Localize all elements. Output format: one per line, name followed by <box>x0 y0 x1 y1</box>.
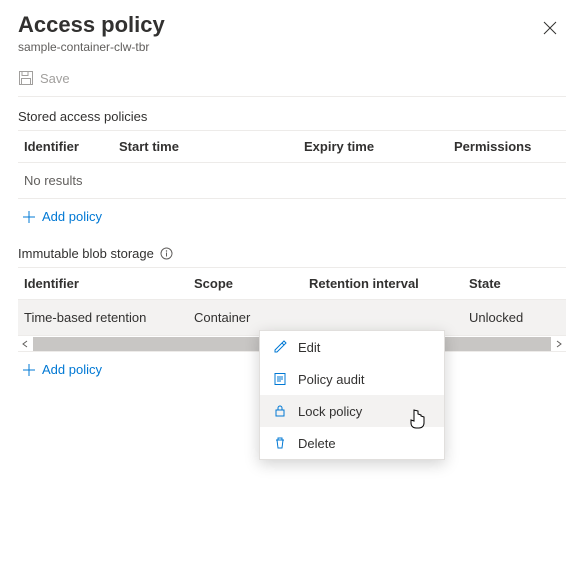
context-menu: Edit Policy audit Lock policy Delete <box>259 330 445 460</box>
container-name: sample-container-clw-tbr <box>18 40 165 54</box>
immutable-heading: Immutable blob storage <box>18 246 154 261</box>
stored-access-header: Identifier Start time Expiry time Permis… <box>18 130 566 163</box>
add-stored-policy-label: Add policy <box>42 209 102 224</box>
plus-icon <box>22 210 36 224</box>
info-icon[interactable] <box>160 247 173 260</box>
col-ibs-identifier: Identifier <box>24 276 194 291</box>
no-results-label: No results <box>24 173 83 188</box>
immutable-header: Identifier Scope Retention interval Stat… <box>18 267 566 300</box>
lock-icon <box>272 403 288 419</box>
plus-icon <box>22 363 36 377</box>
col-identifier: Identifier <box>24 139 119 154</box>
menu-lock-policy[interactable]: Lock policy <box>260 395 444 427</box>
col-ibs-state: State <box>469 276 560 291</box>
delete-icon <box>272 435 288 451</box>
page-title: Access policy <box>18 12 165 38</box>
cell-retention <box>309 310 469 325</box>
col-ibs-scope: Scope <box>194 276 309 291</box>
menu-policy-audit[interactable]: Policy audit <box>260 363 444 395</box>
save-icon <box>18 70 34 86</box>
cell-state: Unlocked <box>469 310 560 325</box>
policy-audit-icon <box>272 371 288 387</box>
menu-delete[interactable]: Delete <box>260 427 444 459</box>
menu-edit[interactable]: Edit <box>260 331 444 363</box>
col-expiry-time: Expiry time <box>304 139 454 154</box>
menu-edit-label: Edit <box>298 340 320 355</box>
col-start-time: Start time <box>119 139 304 154</box>
save-button[interactable]: Save <box>40 71 70 86</box>
cell-scope: Container <box>194 310 309 325</box>
add-immutable-policy-label: Add policy <box>42 362 102 377</box>
menu-lock-policy-label: Lock policy <box>298 404 362 419</box>
menu-policy-audit-label: Policy audit <box>298 372 364 387</box>
col-ibs-retention: Retention interval <box>309 276 469 291</box>
scroll-right-icon[interactable] <box>552 340 566 348</box>
toolbar: Save <box>18 64 566 97</box>
close-icon <box>543 21 557 35</box>
cell-identifier: Time-based retention <box>24 310 194 325</box>
stored-access-heading: Stored access policies <box>18 109 566 124</box>
edit-icon <box>272 339 288 355</box>
col-permissions: Permissions <box>454 139 560 154</box>
scroll-left-icon[interactable] <box>18 340 32 348</box>
add-stored-policy-button[interactable]: Add policy <box>18 199 566 234</box>
stored-access-empty-row: No results <box>18 163 566 199</box>
close-button[interactable] <box>534 12 566 44</box>
menu-delete-label: Delete <box>298 436 336 451</box>
